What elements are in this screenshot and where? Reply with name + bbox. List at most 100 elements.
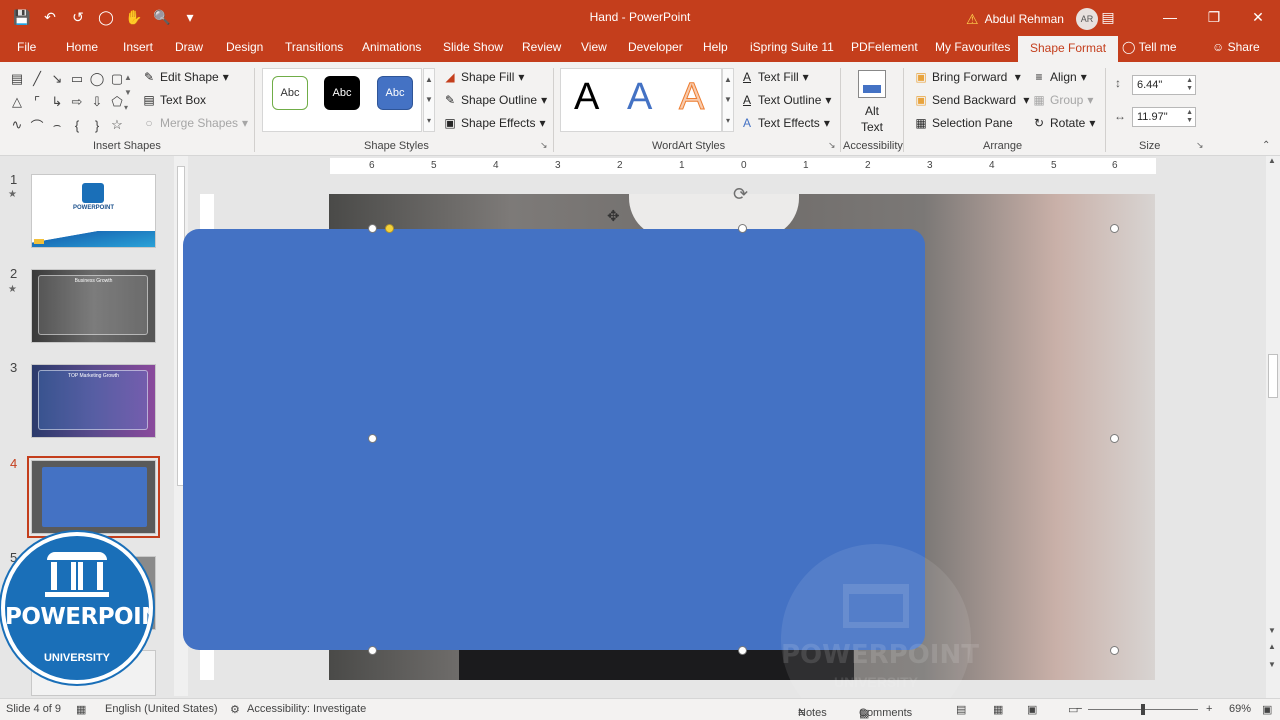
chevron-up-icon[interactable]: ▲ xyxy=(425,75,433,84)
ribbon-display-options-icon[interactable]: ▤ xyxy=(1086,0,1130,34)
dialog-launcher-icon[interactable]: ↘ xyxy=(1196,140,1204,151)
text-effects-button[interactable]: A Text Effects ▾ xyxy=(740,116,830,130)
width-spinner-icon[interactable]: ▲ ▼ xyxy=(1186,109,1193,125)
shape-outline-button[interactable]: ✎ Shape Outline ▾ xyxy=(443,93,547,107)
shapes-gallery-scroll[interactable]: ▲ ▼ ▾ xyxy=(124,70,132,115)
wordart-scroll[interactable]: ▲ ▼ ▾ xyxy=(722,68,734,132)
close-icon[interactable]: ✕ xyxy=(1236,0,1280,34)
wordart-style-black[interactable]: A xyxy=(574,76,599,119)
tab-review[interactable]: Review xyxy=(522,40,561,54)
shape-effects-button[interactable]: ▣ Shape Effects ▾ xyxy=(443,116,545,130)
slide-thumbnail-4[interactable] xyxy=(27,456,160,538)
rotate-button[interactable]: ↻ Rotate ▾ xyxy=(1032,116,1095,130)
tab-animations[interactable]: Animations xyxy=(362,40,421,54)
user-area[interactable]: ⚠ Abdul Rehman AR xyxy=(966,8,1098,30)
share-button[interactable]: ☺ Share xyxy=(1212,40,1260,54)
resize-handle-bottom-right[interactable] xyxy=(1110,646,1119,655)
language-indicator[interactable]: English (United States) xyxy=(105,703,218,715)
tab-home[interactable]: Home xyxy=(66,40,98,54)
connector-shape-icon[interactable]: ⌜ xyxy=(28,93,46,111)
chevron-up-icon[interactable]: ▲ xyxy=(724,75,732,84)
shape-style-blue[interactable]: Abc xyxy=(377,76,413,110)
curve-shape-icon[interactable]: ∿ xyxy=(8,116,26,134)
resize-handle-top-right[interactable] xyxy=(1110,224,1119,233)
height-spinner-icon[interactable]: ▲ ▼ xyxy=(1186,77,1193,93)
resize-handle-top-left[interactable] xyxy=(368,224,377,233)
normal-view-icon[interactable]: ▤ xyxy=(956,703,966,716)
resize-handle-bottom[interactable] xyxy=(738,646,747,655)
left-brace-shape-icon[interactable]: { xyxy=(68,116,86,134)
corner-radius-handle[interactable] xyxy=(385,224,394,233)
elbow-arrow-shape-icon[interactable]: ↳ xyxy=(48,93,66,111)
star-shape-icon[interactable]: ☆ xyxy=(108,116,126,134)
down-arrow-shape-icon[interactable]: ⇩ xyxy=(88,93,106,111)
triangle-shape-icon[interactable]: △ xyxy=(8,93,26,111)
resize-handle-left[interactable] xyxy=(368,434,377,443)
slide-thumbnail-2[interactable]: Business Growth xyxy=(31,269,156,343)
accessibility-status[interactable]: Accessibility: Investigate xyxy=(247,703,366,715)
tab-pdfelement[interactable]: PDFelement xyxy=(851,40,918,54)
zoom-in-icon[interactable]: + xyxy=(1206,703,1212,715)
slide-thumbnail-1[interactable]: POWERPOINT xyxy=(31,174,156,248)
right-brace-shape-icon[interactable]: } xyxy=(88,116,106,134)
tab-ispring[interactable]: iSpring Suite 11 xyxy=(750,40,834,54)
rectangle-shape-icon[interactable]: ▭ xyxy=(68,70,86,88)
align-button[interactable]: ≡ Align ▾ xyxy=(1032,70,1086,84)
tab-file[interactable]: File xyxy=(17,40,36,54)
merge-shapes-button[interactable]: ○ Merge Shapes ▾ xyxy=(142,116,248,130)
tab-slide-show[interactable]: Slide Show xyxy=(443,40,503,54)
dialog-launcher-icon[interactable]: ↘ xyxy=(540,140,548,151)
line-shape-icon[interactable]: ╱ xyxy=(28,70,46,88)
tab-design[interactable]: Design xyxy=(226,40,263,54)
text-outline-button[interactable]: A Text Outline ▾ xyxy=(740,93,831,107)
editor-scrollbar[interactable]: ▲ ▼ ▲ ▼ xyxy=(1266,156,1280,698)
tab-shape-format[interactable]: Shape Format xyxy=(1018,36,1119,62)
bring-forward-button[interactable]: ▣ Bring Forward ▾ xyxy=(914,70,1020,84)
editor-scroll-knob[interactable] xyxy=(1268,354,1278,398)
send-backward-button[interactable]: ▣ Send Backward ▾ xyxy=(914,93,1029,107)
restore-icon[interactable]: ❐ xyxy=(1192,0,1236,34)
rotate-handle-icon[interactable]: ⟳ xyxy=(733,184,748,205)
slide-thumbnail-3[interactable]: TOP Marketing Growth xyxy=(31,364,156,438)
arc-shape-icon[interactable]: ⌒ xyxy=(28,116,46,134)
dialog-launcher-icon[interactable]: ↘ xyxy=(828,140,836,151)
selected-rounded-rectangle[interactable]: POWERPOINT UNIVERSITY xyxy=(183,229,979,720)
resize-handle-top[interactable] xyxy=(738,224,747,233)
group-button[interactable]: ▦ Group ▾ xyxy=(1032,93,1093,107)
more-icon[interactable]: ▾ xyxy=(726,116,730,125)
more-icon[interactable]: ▾ xyxy=(427,116,431,125)
wordart-style-orange[interactable]: A xyxy=(678,76,704,119)
tab-help[interactable]: Help xyxy=(703,40,728,54)
tab-insert[interactable]: Insert xyxy=(123,40,153,54)
fit-to-window-icon[interactable]: ▣ xyxy=(1262,703,1272,716)
minimize-icon[interactable]: — xyxy=(1148,0,1192,34)
text-box-shape-icon[interactable]: ▤ xyxy=(8,70,26,88)
text-fill-button[interactable]: A Text Fill ▾ xyxy=(740,70,809,84)
reading-view-icon[interactable]: ▣ xyxy=(1027,703,1037,716)
freeform-shape-icon[interactable]: ⌢ xyxy=(48,116,66,134)
tab-developer[interactable]: Developer xyxy=(628,40,683,54)
scroll-down-icon[interactable]: ▼ xyxy=(1268,626,1276,635)
text-box-button[interactable]: ▤ Text Box xyxy=(142,93,206,107)
spelling-icon[interactable]: ▦ xyxy=(76,703,86,716)
oval-shape-icon[interactable]: ◯ xyxy=(88,70,106,88)
tab-my-favourites[interactable]: My Favourites xyxy=(935,40,1010,54)
resize-handle-right[interactable] xyxy=(1110,434,1119,443)
tell-me-search[interactable]: ◯ Tell me xyxy=(1122,40,1177,54)
shape-style-outline[interactable]: Abc xyxy=(272,76,308,110)
chevron-down-icon[interactable]: ▼ xyxy=(724,95,732,104)
shape-styles-scroll[interactable]: ▲ ▼ ▾ xyxy=(423,68,435,132)
right-arrow-shape-icon[interactable]: ⇨ xyxy=(68,93,86,111)
scroll-up-icon[interactable]: ▲ xyxy=(1268,156,1276,165)
next-slide-icon[interactable]: ▼ xyxy=(1268,660,1276,669)
wordart-style-blue[interactable]: A xyxy=(627,76,652,119)
collapse-ribbon-icon[interactable]: ⌃ xyxy=(1262,140,1270,151)
selection-pane-button[interactable]: ▦ Selection Pane xyxy=(914,116,1012,130)
tab-view[interactable]: View xyxy=(581,40,607,54)
zoom-level[interactable]: 69% xyxy=(1229,703,1251,715)
arrow-line-shape-icon[interactable]: ↘ xyxy=(48,70,66,88)
shapes-gallery[interactable]: ▤ ╱ ↘ ▭ ◯ ▢ △ ⌜ ↳ ⇨ ⇩ ⬠ ∿ ⌒ ⌢ { } ☆ xyxy=(8,70,132,134)
alt-text-button[interactable]: Alt Text xyxy=(857,104,887,134)
previous-slide-icon[interactable]: ▲ xyxy=(1268,642,1276,651)
tab-draw[interactable]: Draw xyxy=(175,40,203,54)
